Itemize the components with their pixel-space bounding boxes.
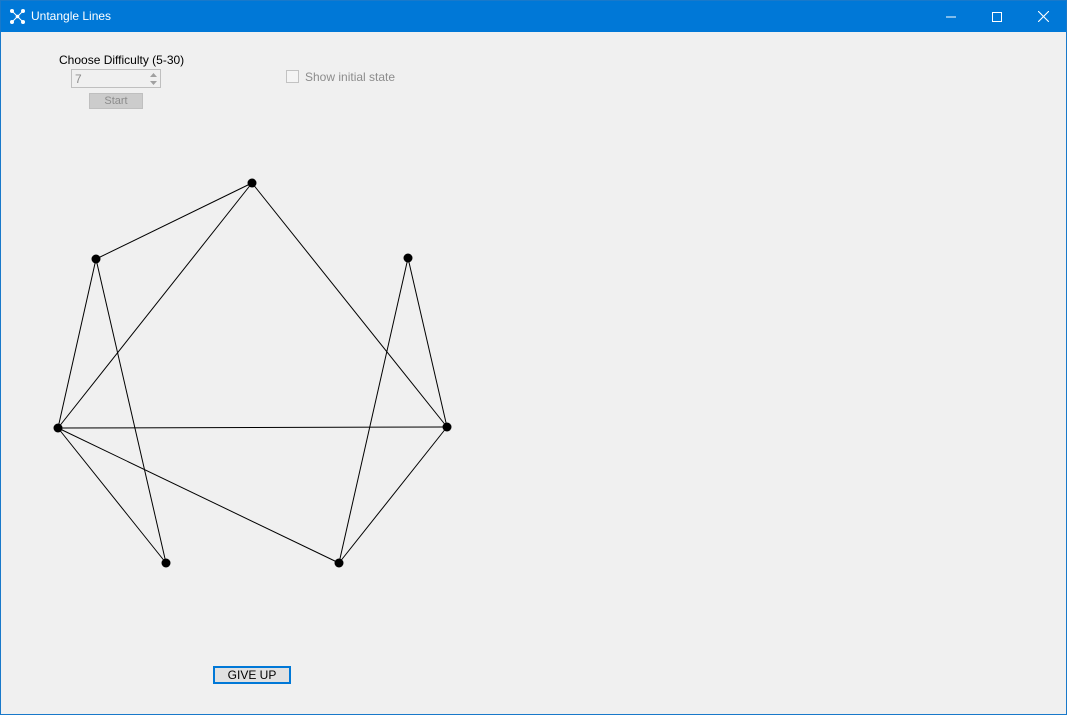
graph-app-icon <box>10 9 25 24</box>
graph-vertex[interactable] <box>161 558 171 568</box>
graph-edge <box>57 182 253 429</box>
graph-edge <box>338 426 448 564</box>
app-window: Untangle Lines Choose Difficulty (5-30) … <box>0 0 1067 715</box>
graph-vertex[interactable] <box>403 253 413 263</box>
graph-vertex[interactable] <box>334 558 344 568</box>
graph-vertex[interactable] <box>91 254 101 264</box>
graph-edge <box>407 257 448 428</box>
graph-edge <box>57 427 340 564</box>
maximize-button[interactable] <box>974 1 1020 32</box>
graph-edge <box>57 427 167 564</box>
close-button[interactable] <box>1020 1 1066 32</box>
graph-edge <box>57 426 448 429</box>
window-title: Untangle Lines <box>31 9 112 23</box>
graph-vertex[interactable] <box>247 178 257 188</box>
graph-edge <box>57 258 97 429</box>
graph-edge <box>338 257 409 564</box>
graph-vertex[interactable] <box>442 422 452 432</box>
title-bar[interactable]: Untangle Lines <box>1 1 1066 32</box>
maximize-icon <box>992 11 1002 22</box>
puzzle-board[interactable] <box>1 33 521 633</box>
give-up-button[interactable]: GIVE UP <box>213 666 291 684</box>
minimize-icon <box>946 16 956 17</box>
graph-edge <box>251 182 448 428</box>
minimize-button[interactable] <box>928 1 974 32</box>
graph-vertex[interactable] <box>53 423 63 433</box>
close-icon <box>1037 11 1049 22</box>
graph-edge <box>95 182 253 260</box>
